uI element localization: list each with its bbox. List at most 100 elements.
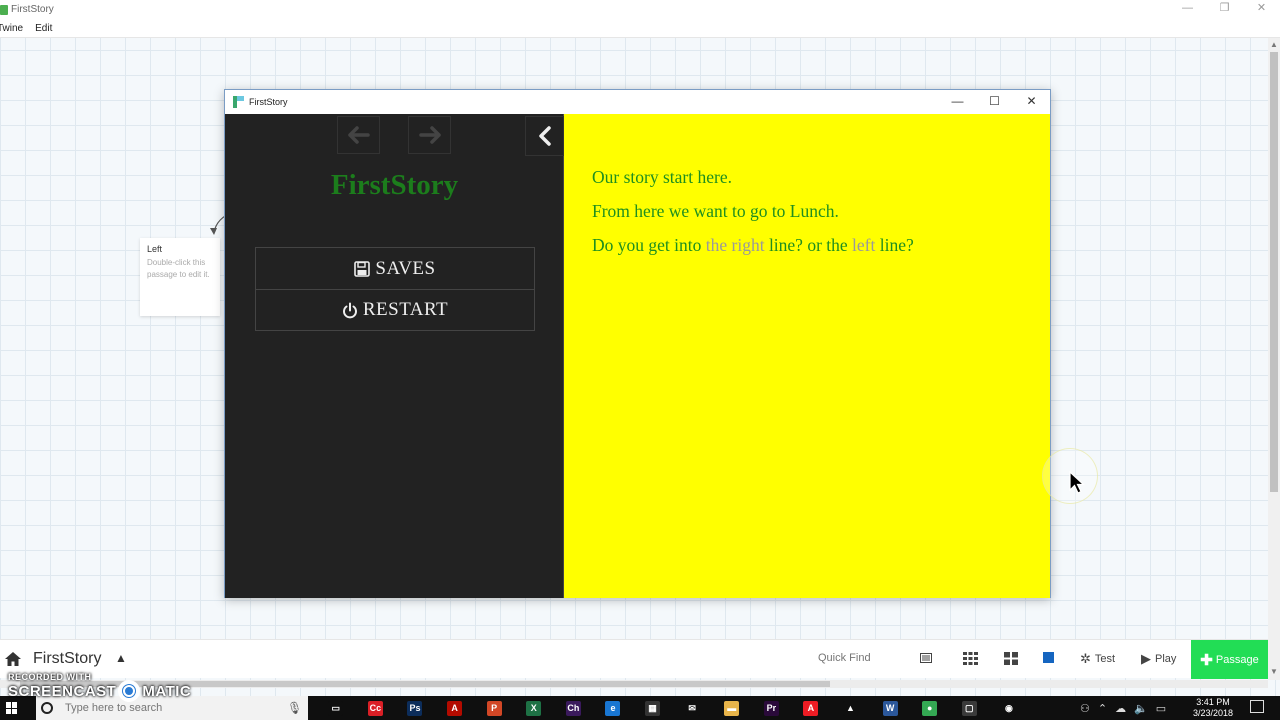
taskbar-app-screencast[interactable]: ◉: [989, 696, 1029, 720]
quick-find-input[interactable]: [818, 652, 908, 664]
taskbar-app-acrobat[interactable]: A: [435, 696, 475, 720]
history-forward-button[interactable]: [408, 116, 451, 154]
taskbar-app-chrome[interactable]: ●: [910, 696, 950, 720]
story-details-icon[interactable]: [920, 652, 932, 664]
passage-line-1: Our story start here.: [592, 167, 732, 187]
screencast-watermark: RECORDED WITH SCREENCAST MATIC: [8, 672, 191, 702]
creative-cloud-icon: Cc: [367, 700, 383, 716]
test-label: Test: [1094, 653, 1116, 665]
watermark-main-a: SCREENCAST: [8, 682, 117, 700]
passage-card-title: Left: [147, 244, 163, 254]
link-the-right[interactable]: the right: [706, 235, 765, 255]
taskbar-app-calculator[interactable]: ▦: [633, 696, 673, 720]
saves-button[interactable]: SAVES: [256, 248, 534, 289]
system-tray: ⚇ ⌃ ☁ 🔈 ▭: [1080, 696, 1174, 720]
power-icon: [342, 302, 358, 319]
taskbar-app-mail[interactable]: ✉: [672, 696, 712, 720]
play-window-controls: — ☐ ✕: [939, 90, 1050, 114]
taskbar-app-premiere[interactable]: Pr: [752, 696, 792, 720]
microphone-icon[interactable]: 🎙: [287, 701, 302, 715]
play-window-title: FirstStory: [249, 97, 288, 107]
task-view-icon: ▭: [328, 700, 344, 716]
twine-app-icon: [233, 96, 244, 108]
taskbar-app-word[interactable]: W: [870, 696, 910, 720]
play-window-body: FirstStory SAVES RESTART Our story start…: [225, 114, 1098, 598]
play-close-button[interactable]: ✕: [1013, 90, 1050, 114]
taskbar-app-twine[interactable]: ▢: [950, 696, 990, 720]
passage-line-3-part-c: line?: [875, 235, 914, 255]
close-button[interactable]: ✕: [1243, 0, 1280, 19]
volume-icon[interactable]: 🔈: [1134, 702, 1148, 715]
word-icon: W: [882, 700, 898, 716]
premiere-icon: Pr: [763, 700, 779, 716]
acrobat-dc-icon: A: [803, 700, 819, 716]
watermark-main-b: MATIC: [142, 682, 192, 700]
add-passage-button[interactable]: ✚ Passage: [1191, 640, 1268, 679]
cortana-icon[interactable]: [41, 702, 53, 714]
scrollbar-thumb[interactable]: [1270, 52, 1278, 492]
menu-twine[interactable]: Twine: [0, 23, 23, 34]
taskbar-app-edge[interactable]: e: [593, 696, 633, 720]
restart-button[interactable]: RESTART: [256, 289, 534, 330]
taskbar-clock[interactable]: 3:41 PM 3/23/2018: [1188, 697, 1238, 719]
link-left[interactable]: left: [852, 235, 875, 255]
windows-start-icon[interactable]: [6, 702, 18, 714]
play-icon: ▶: [1141, 651, 1151, 666]
scroll-down-icon[interactable]: ▼: [1270, 667, 1278, 676]
play-window: FirstStory — ☐ ✕ FirstStory SAVES RESTAR…: [224, 89, 1098, 598]
maximize-button[interactable]: ❐: [1206, 0, 1243, 19]
grid-small-icon[interactable]: [963, 652, 978, 665]
minimize-button[interactable]: —: [1169, 0, 1206, 19]
action-center-icon[interactable]: [1250, 700, 1264, 713]
floppy-disk-icon: [354, 260, 371, 277]
chrome-icon: ●: [922, 700, 938, 716]
ui-bar-stow-button[interactable]: [525, 116, 564, 156]
file-explorer-icon: ▬: [724, 700, 740, 716]
onedrive-icon[interactable]: ☁: [1115, 702, 1126, 715]
arrow-left-icon: [347, 126, 370, 144]
play-button[interactable]: ▶ Play: [1141, 651, 1176, 667]
excel-icon: X: [526, 700, 542, 716]
taskbar-app-acrobat-dc[interactable]: A: [791, 696, 831, 720]
tray-chevron-up-icon[interactable]: ⌃: [1098, 702, 1107, 715]
saves-label: SAVES: [375, 257, 436, 279]
play-label: Play: [1155, 653, 1177, 665]
square-zoom-icon[interactable]: [1043, 652, 1054, 663]
taskbar-app-task-view[interactable]: ▭: [316, 696, 356, 720]
taskbar-app-file-explorer[interactable]: ▬: [712, 696, 752, 720]
play-minimize-button[interactable]: —: [939, 90, 976, 114]
plus-icon: ✚: [1200, 651, 1213, 669]
taskbar-app-powerpoint[interactable]: P: [474, 696, 514, 720]
menu-edit[interactable]: Edit: [35, 23, 52, 34]
taskbar-search-input[interactable]: [65, 702, 265, 714]
clock-date: 3/23/2018: [1192, 708, 1234, 718]
windows-taskbar: 🎙 ▭ Cc Ps A P X Ch e ▦ ✉ ▬ Pr A ▲ W ● ▢ ◉ ⚇ ⌃ ☁ 🔈 ▭ 3:41 …: [0, 696, 1280, 720]
screencast-logo-icon: [118, 680, 141, 702]
home-icon[interactable]: [4, 651, 22, 667]
mail-icon: ✉: [684, 700, 700, 716]
taskbar-app-photos[interactable]: ▲: [831, 696, 871, 720]
taskbar-app-photoshop[interactable]: Ps: [395, 696, 435, 720]
scroll-up-icon[interactable]: ▲: [1270, 40, 1278, 49]
calculator-icon: ▦: [645, 700, 661, 716]
caret-up-icon[interactable]: ▲: [115, 651, 127, 665]
grid-large-icon[interactable]: [1004, 652, 1018, 665]
history-back-button[interactable]: [337, 116, 380, 154]
network-icon[interactable]: ▭: [1156, 702, 1166, 715]
photoshop-icon: Ps: [407, 700, 423, 716]
test-button[interactable]: ✲ Test: [1080, 651, 1115, 667]
taskbar-app-creative-cloud[interactable]: Cc: [356, 696, 396, 720]
ui-bar: FirstStory SAVES RESTART: [225, 114, 564, 598]
vertical-scrollbar[interactable]: ▲ ▼: [1268, 38, 1280, 680]
taskbar-app-excel[interactable]: X: [514, 696, 554, 720]
taskbar-app-character-animator[interactable]: Ch: [554, 696, 594, 720]
people-icon[interactable]: ⚇: [1080, 702, 1090, 715]
passage-line-3-part-b: line? or the: [764, 235, 853, 255]
photos-icon: ▲: [843, 700, 859, 716]
app-window-controls: — ❐ ✕: [1169, 0, 1280, 19]
story-name[interactable]: FirstStory: [33, 650, 101, 668]
play-maximize-button[interactable]: ☐: [976, 90, 1013, 114]
passage-label: Passage: [1215, 653, 1259, 666]
passage-card-left[interactable]: Left Double-click this passage to edit i…: [140, 238, 220, 316]
app-titlebar: FirstStory — ❐ ✕: [0, 0, 1280, 19]
